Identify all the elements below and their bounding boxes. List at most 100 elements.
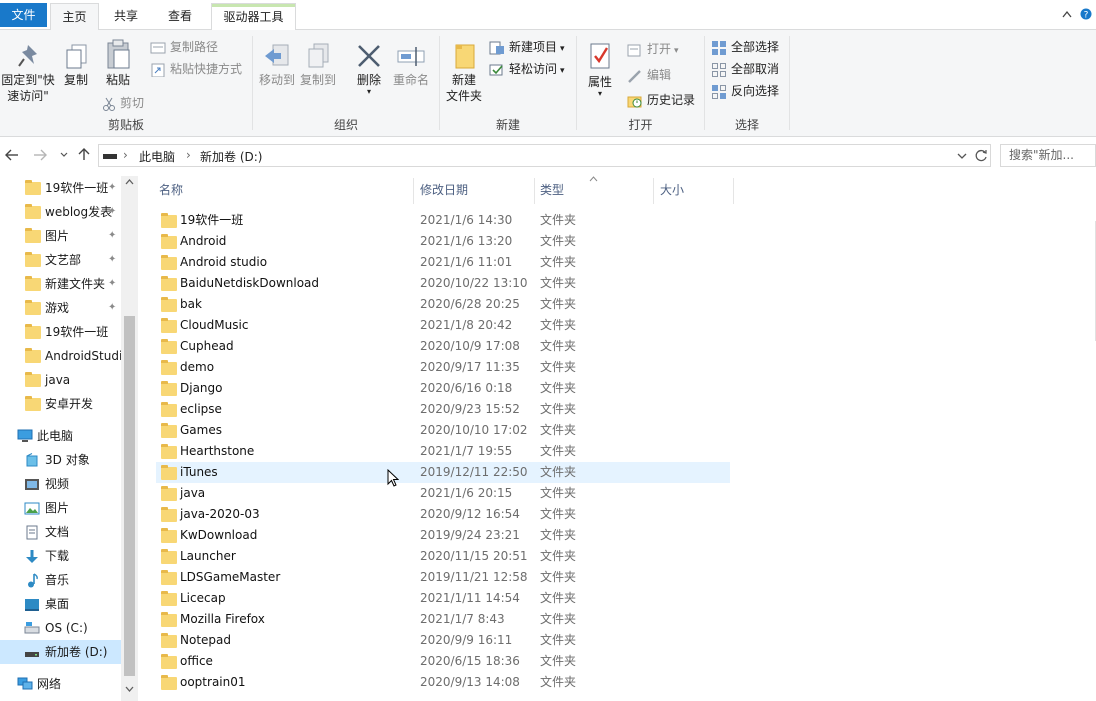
new-folder-button[interactable]: 新建 文件夹 bbox=[442, 42, 486, 104]
address-dropdown-icon[interactable] bbox=[957, 153, 967, 160]
file-row[interactable]: java 2021/1/6 20:15 文件夹 bbox=[156, 483, 730, 504]
file-row[interactable]: KwDownload 2019/9/24 23:21 文件夹 bbox=[156, 525, 730, 546]
pinned-icon[interactable]: ✦ bbox=[108, 296, 116, 320]
delete-button[interactable]: 删除 ▾ bbox=[353, 42, 385, 96]
breadcrumb-this-pc[interactable]: 此电脑 bbox=[139, 148, 175, 165]
file-row[interactable]: LDSGameMaster 2019/11/21 12:58 文件夹 bbox=[156, 567, 730, 588]
column-divider[interactable] bbox=[653, 178, 654, 204]
nav-quick-access-item[interactable]: 文艺部 ✦ bbox=[0, 248, 121, 272]
refresh-icon[interactable] bbox=[975, 149, 988, 162]
file-row[interactable]: 19软件一班 2021/1/6 14:30 文件夹 bbox=[156, 210, 730, 231]
nav-quick-access-item[interactable]: 新建文件夹 ✦ bbox=[0, 272, 121, 296]
file-row[interactable]: ooptrain01 2020/9/13 14:08 文件夹 bbox=[156, 672, 730, 693]
file-row[interactable]: Launcher 2020/11/15 20:51 文件夹 bbox=[156, 546, 730, 567]
file-row[interactable]: Android studio 2021/1/6 11:01 文件夹 bbox=[156, 252, 730, 273]
back-arrow-icon[interactable] bbox=[5, 149, 19, 161]
new-item-button[interactable]: 新建项目 ▾ bbox=[489, 37, 565, 57]
invert-selection-button[interactable]: 反向选择 bbox=[711, 81, 779, 101]
move-to-button[interactable]: 移动到 bbox=[258, 42, 296, 88]
tab-share[interactable]: 共享 bbox=[103, 3, 149, 30]
paste-button[interactable]: 粘贴 bbox=[100, 38, 136, 88]
file-row[interactable]: iTunes 2019/12/11 22:50 文件夹 bbox=[156, 462, 730, 483]
column-header-size[interactable]: 大小 bbox=[660, 182, 684, 204]
forward-arrow-icon[interactable] bbox=[33, 149, 47, 161]
file-row[interactable]: bak 2020/6/28 20:25 文件夹 bbox=[156, 294, 730, 315]
properties-dropdown-icon[interactable]: ▾ bbox=[583, 90, 617, 98]
history-button[interactable]: 历史记录 bbox=[627, 90, 695, 110]
nav-quick-access-item[interactable]: 19软件一班 bbox=[0, 320, 121, 344]
nav-quick-access-item[interactable]: 游戏 ✦ bbox=[0, 296, 121, 320]
nav-pc-item[interactable]: 音乐 bbox=[0, 568, 121, 592]
file-row[interactable]: BaiduNetdiskDownload 2020/10/22 13:10 文件夹 bbox=[156, 273, 730, 294]
nav-quick-access-item[interactable]: 19软件一班 ✦ bbox=[0, 176, 121, 200]
column-divider[interactable] bbox=[733, 178, 734, 204]
nav-scrollbar-thumb[interactable] bbox=[124, 316, 135, 676]
properties-button[interactable]: 属性 ▾ bbox=[583, 42, 617, 98]
nav-quick-access-item[interactable]: 安卓开发 bbox=[0, 392, 121, 416]
file-row[interactable]: office 2020/6/15 18:36 文件夹 bbox=[156, 651, 730, 672]
file-row[interactable]: CloudMusic 2021/1/8 20:42 文件夹 bbox=[156, 315, 730, 336]
file-row[interactable]: Hearthstone 2021/1/7 19:55 文件夹 bbox=[156, 441, 730, 462]
file-row[interactable]: Mozilla Firefox 2021/1/7 8:43 文件夹 bbox=[156, 609, 730, 630]
rename-button[interactable]: 重命名 bbox=[391, 42, 431, 88]
nav-quick-access-item[interactable]: java bbox=[0, 368, 121, 392]
file-row[interactable]: demo 2020/9/17 11:35 文件夹 bbox=[156, 357, 730, 378]
file-row[interactable]: Notepad 2020/9/9 16:11 文件夹 bbox=[156, 630, 730, 651]
file-list-scroll-track[interactable] bbox=[1079, 221, 1096, 341]
pinned-icon[interactable]: ✦ bbox=[108, 248, 116, 272]
pinned-icon[interactable]: ✦ bbox=[108, 200, 116, 224]
column-header-name[interactable]: 名称 bbox=[159, 182, 183, 204]
pinned-icon[interactable]: ✦ bbox=[108, 272, 116, 296]
select-all-button[interactable]: 全部选择 bbox=[711, 37, 779, 57]
nav-quick-access-item[interactable]: AndroidStudio bbox=[0, 344, 121, 368]
scroll-down-arrow-icon[interactable] bbox=[125, 686, 134, 692]
recent-locations-chevron-icon[interactable] bbox=[60, 152, 68, 158]
file-row[interactable]: Android 2021/1/6 13:20 文件夹 bbox=[156, 231, 730, 252]
edit-button[interactable]: 编辑 bbox=[627, 65, 671, 85]
nav-pc-item[interactable]: 图片 bbox=[0, 496, 121, 520]
nav-pc-item[interactable]: OS (C:) bbox=[0, 616, 121, 640]
search-input[interactable]: 搜索"新加... bbox=[1000, 144, 1096, 167]
tab-drive-tools[interactable]: 驱动器工具 bbox=[211, 3, 296, 30]
copy-button[interactable]: 复制 bbox=[60, 42, 92, 88]
pinned-icon[interactable]: ✦ bbox=[108, 176, 116, 200]
nav-this-pc[interactable]: 此电脑 bbox=[0, 424, 121, 448]
nav-scrollbar[interactable] bbox=[121, 176, 138, 701]
tab-file[interactable]: 文件 bbox=[0, 3, 47, 27]
delete-dropdown-icon[interactable]: ▾ bbox=[353, 88, 385, 96]
nav-pc-item[interactable]: 新加卷 (D:) bbox=[0, 640, 121, 664]
open-button[interactable]: 打开 ▾ bbox=[627, 39, 679, 59]
nav-pc-item[interactable]: 3D 对象 bbox=[0, 448, 121, 472]
file-row[interactable]: Django 2020/6/16 0:18 文件夹 bbox=[156, 378, 730, 399]
file-row[interactable]: Licecap 2021/1/11 14:54 文件夹 bbox=[156, 588, 730, 609]
up-arrow-icon[interactable] bbox=[78, 147, 90, 161]
paste-shortcut-button[interactable]: 粘贴快捷方式 bbox=[150, 59, 242, 79]
nav-quick-access-item[interactable]: 图片 ✦ bbox=[0, 224, 121, 248]
pinned-icon[interactable]: ✦ bbox=[108, 224, 116, 248]
file-row[interactable]: Games 2020/10/10 17:02 文件夹 bbox=[156, 420, 730, 441]
tab-home[interactable]: 主页 bbox=[50, 3, 99, 31]
nav-quick-access-item[interactable]: weblog发表 ✦ bbox=[0, 200, 121, 224]
column-header-type[interactable]: 类型 bbox=[540, 182, 564, 204]
nav-pc-item[interactable]: 视频 bbox=[0, 472, 121, 496]
scroll-up-arrow-icon[interactable] bbox=[125, 179, 134, 185]
easy-access-button[interactable]: 轻松访问 ▾ bbox=[489, 59, 565, 79]
tab-view[interactable]: 查看 bbox=[156, 3, 204, 30]
file-row[interactable]: java-2020-03 2020/9/12 16:54 文件夹 bbox=[156, 504, 730, 525]
pin-quick-access-button[interactable]: 固定到"快速访问" bbox=[0, 42, 56, 104]
help-icon[interactable]: ? bbox=[1080, 7, 1092, 21]
file-row[interactable]: eclipse 2020/9/23 15:52 文件夹 bbox=[156, 399, 730, 420]
nav-network[interactable]: 网络 bbox=[0, 672, 121, 696]
file-row[interactable]: Cuphead 2020/10/9 17:08 文件夹 bbox=[156, 336, 730, 357]
breadcrumb-drive-d[interactable]: 新加卷 (D:) bbox=[200, 148, 262, 165]
column-divider[interactable] bbox=[534, 178, 535, 204]
select-none-button[interactable]: 全部取消 bbox=[711, 59, 779, 79]
chevron-up-icon[interactable] bbox=[1062, 10, 1072, 18]
nav-pc-item[interactable]: 桌面 bbox=[0, 592, 121, 616]
column-divider[interactable] bbox=[413, 178, 414, 204]
copy-path-button[interactable]: 复制路径 bbox=[150, 37, 218, 57]
nav-pc-item[interactable]: 下载 bbox=[0, 544, 121, 568]
copy-to-button[interactable]: 复制到 bbox=[299, 42, 337, 88]
column-header-date[interactable]: 修改日期 bbox=[420, 182, 468, 204]
cut-button[interactable]: 剪切 bbox=[102, 93, 144, 113]
